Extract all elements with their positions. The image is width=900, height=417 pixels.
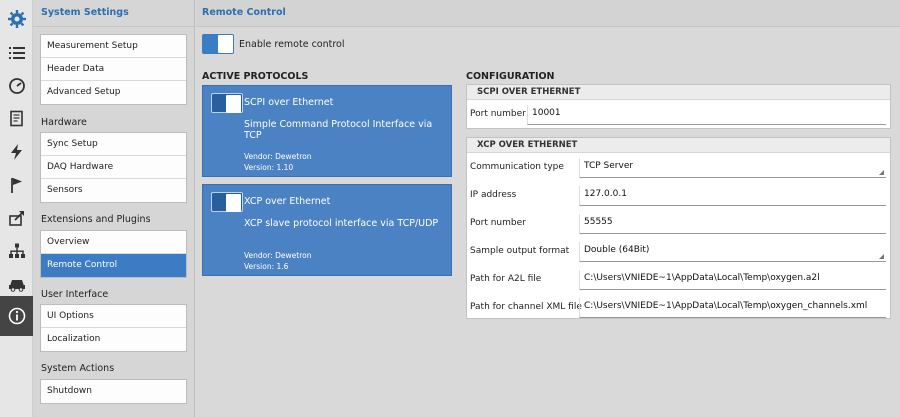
flag-icon[interactable] bbox=[0, 168, 33, 201]
share-icon[interactable] bbox=[0, 201, 33, 234]
protocol-vendor: Vendor: Dewetron bbox=[244, 152, 312, 161]
protocol-version: Version: 1.6 bbox=[244, 262, 289, 271]
protocol-card-xcp[interactable]: XCP over Ethernet XCP slave protocol int… bbox=[202, 184, 452, 276]
sidebar-item-measurement-setup[interactable]: Measurement Setup bbox=[41, 35, 186, 58]
configuration-title: CONFIGURATION bbox=[466, 71, 555, 82]
ip-address-input[interactable]: 127.0.0.1 bbox=[579, 186, 886, 206]
ip-address-row: IP address 127.0.0.1 bbox=[467, 182, 890, 210]
sidebar-item-ui-options[interactable]: UI Options bbox=[41, 305, 186, 328]
document-icon[interactable] bbox=[0, 102, 33, 135]
toggle-knob bbox=[218, 35, 233, 53]
scpi-protocol-toggle[interactable] bbox=[211, 93, 243, 113]
xcp-protocol-toggle[interactable] bbox=[211, 192, 243, 212]
scpi-port-row: Port number 10001 bbox=[467, 101, 890, 129]
dropdown-arrow-icon bbox=[879, 254, 884, 259]
group-label-system-actions: System Actions bbox=[41, 363, 115, 374]
sample-format-value: Double (64Bit) bbox=[584, 245, 650, 255]
a2l-path-row: Path for A2L file C:\Users\VNIEDE~1\AppD… bbox=[467, 266, 890, 294]
lightning-icon[interactable] bbox=[0, 135, 33, 168]
protocol-name: SCPI over Ethernet bbox=[244, 97, 334, 108]
sidebar-item-overview[interactable]: Overview bbox=[41, 231, 186, 254]
group-label-extensions: Extensions and Plugins bbox=[41, 214, 151, 225]
xcp-port-row: Port number 55555 bbox=[467, 210, 890, 238]
main-panel: Remote Control Enable remote control ACT… bbox=[196, 0, 900, 417]
active-protocols-title: ACTIVE PROTOCOLS bbox=[202, 71, 309, 82]
communication-type-select[interactable]: TCP Server bbox=[579, 158, 886, 178]
sidebar-item-daq-hardware[interactable]: DAQ Hardware bbox=[41, 156, 186, 179]
channel-xml-path-label: Path for channel XML file bbox=[470, 302, 582, 312]
a2l-path-label: Path for A2L file bbox=[470, 274, 542, 284]
protocol-description: Simple Command Protocol Interface via TC… bbox=[244, 119, 433, 141]
group-system-actions: Shutdown bbox=[40, 379, 187, 404]
scpi-config-header: SCPI OVER ETHERNET bbox=[467, 85, 890, 100]
protocol-vendor: Vendor: Dewetron bbox=[244, 251, 312, 260]
group-label-hardware: Hardware bbox=[41, 117, 87, 128]
sidebar-item-advanced-setup[interactable]: Advanced Setup bbox=[41, 81, 186, 104]
sidebar-item-remote-control[interactable]: Remote Control bbox=[41, 254, 186, 277]
channel-xml-path-input[interactable]: C:\Users\VNIEDE~1\AppData\Local\Temp\oxy… bbox=[579, 298, 886, 318]
xcp-port-input[interactable]: 55555 bbox=[579, 214, 886, 234]
toggle-knob bbox=[226, 95, 241, 113]
communication-type-row: Communication type TCP Server bbox=[467, 154, 890, 182]
xcp-config-header: XCP OVER ETHERNET bbox=[467, 138, 890, 153]
gauge-icon[interactable] bbox=[0, 69, 33, 102]
group-label-user-interface: User Interface bbox=[41, 289, 109, 300]
dropdown-arrow-icon bbox=[879, 170, 884, 175]
a2l-path-input[interactable]: C:\Users\VNIEDE~1\AppData\Local\Temp\oxy… bbox=[579, 270, 886, 290]
sidebar-title: System Settings bbox=[33, 0, 194, 27]
protocol-card-scpi[interactable]: SCPI over Ethernet Simple Command Protoc… bbox=[202, 85, 452, 177]
channel-xml-path-row: Path for channel XML file C:\Users\VNIED… bbox=[467, 294, 890, 322]
sample-format-select[interactable]: Double (64Bit) bbox=[579, 242, 886, 262]
protocol-description: XCP slave protocol interface via TCP/UDP bbox=[244, 218, 439, 229]
xcp-config-panel: XCP OVER ETHERNET Communication type TCP… bbox=[466, 137, 891, 319]
group-general: Measurement Setup Header Data Advanced S… bbox=[40, 34, 187, 105]
settings-sidebar: System Settings Measurement Setup Header… bbox=[33, 0, 195, 417]
sample-format-label: Sample output format bbox=[470, 246, 570, 256]
ip-address-label: IP address bbox=[470, 190, 517, 200]
gear-icon[interactable] bbox=[0, 2, 33, 35]
protocol-version: Version: 1.10 bbox=[244, 163, 294, 172]
list-icon[interactable] bbox=[0, 36, 33, 69]
enable-remote-control-label: Enable remote control bbox=[239, 39, 345, 50]
group-extensions: Overview Remote Control bbox=[40, 230, 187, 278]
page-title: Remote Control bbox=[196, 0, 900, 27]
network-icon[interactable] bbox=[0, 234, 33, 267]
sidebar-item-shutdown[interactable]: Shutdown bbox=[41, 380, 186, 403]
enable-remote-control-toggle[interactable] bbox=[202, 34, 234, 54]
scpi-port-label: Port number bbox=[470, 109, 526, 119]
scpi-port-input[interactable]: 10001 bbox=[527, 105, 886, 125]
group-hardware: Sync Setup DAQ Hardware Sensors bbox=[40, 132, 187, 203]
protocol-name: XCP over Ethernet bbox=[244, 196, 331, 207]
communication-type-value: TCP Server bbox=[584, 161, 634, 171]
group-user-interface: UI Options Localization bbox=[40, 304, 187, 352]
info-icon[interactable] bbox=[0, 296, 33, 336]
sample-format-row: Sample output format Double (64Bit) bbox=[467, 238, 890, 266]
scpi-config-panel: SCPI OVER ETHERNET Port number 10001 bbox=[466, 84, 891, 129]
sidebar-item-localization[interactable]: Localization bbox=[41, 328, 186, 351]
toggle-knob bbox=[226, 194, 241, 212]
communication-type-label: Communication type bbox=[470, 162, 564, 172]
icon-rail bbox=[0, 0, 33, 417]
sidebar-item-header-data[interactable]: Header Data bbox=[41, 58, 186, 81]
sidebar-item-sensors[interactable]: Sensors bbox=[41, 179, 186, 202]
sidebar-item-sync-setup[interactable]: Sync Setup bbox=[41, 133, 186, 156]
xcp-port-label: Port number bbox=[470, 218, 526, 228]
